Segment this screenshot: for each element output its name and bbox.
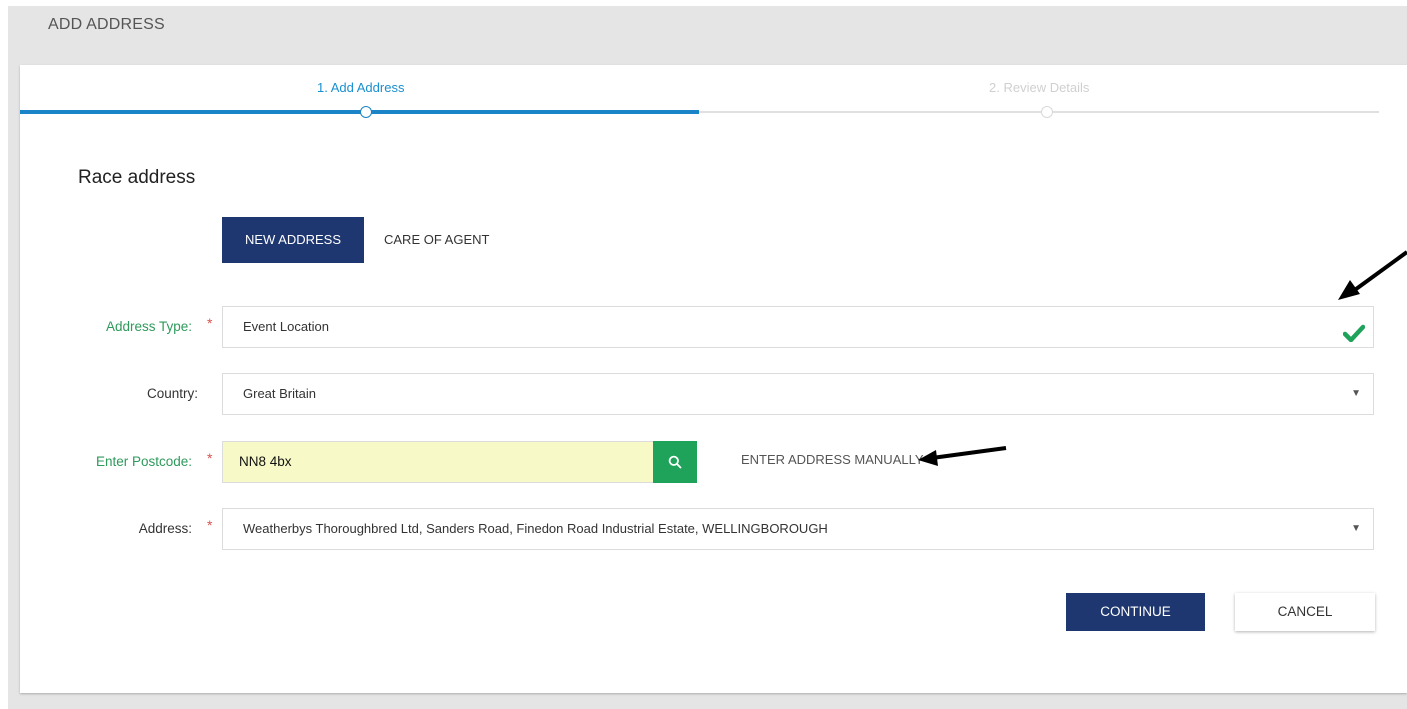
step-2-label[interactable]: 2. Review Details — [989, 80, 1089, 95]
chevron-down-icon: ▼ — [1351, 388, 1361, 399]
address-type-field[interactable]: Event Location — [222, 306, 1374, 348]
section-title: Race address — [78, 167, 196, 188]
postcode-input[interactable]: NN8 4bx — [222, 441, 654, 483]
step-1-label[interactable]: 1. Add Address — [317, 80, 404, 95]
continue-button[interactable]: CONTINUE — [1066, 593, 1205, 631]
chevron-down-icon: ▼ — [1351, 523, 1361, 534]
country-select[interactable]: Great Britain ▼ — [222, 373, 1374, 415]
postcode-search-button[interactable] — [653, 441, 697, 483]
address-type-value: Event Location — [243, 319, 330, 334]
page-title: ADD ADDRESS — [48, 16, 165, 33]
address-select[interactable]: Weatherbys Thoroughbred Ltd, Sanders Roa… — [222, 508, 1374, 550]
checkmark-icon — [1342, 318, 1366, 358]
country-label: Country: — [146, 386, 198, 401]
enter-address-manually-link[interactable]: ENTER ADDRESS MANUALLY — [741, 452, 924, 467]
step-2-dot[interactable] — [1041, 106, 1053, 118]
annotation-arrow-icon — [1338, 250, 1407, 300]
address-form-card: 1. Add Address 2. Review Details Race ad… — [20, 65, 1407, 693]
required-star: * — [207, 517, 213, 533]
country-value: Great Britain — [243, 386, 316, 401]
annotation-arrow-icon — [918, 446, 1007, 466]
address-type-label: Address Type: — [105, 319, 192, 334]
required-star: * — [207, 315, 213, 331]
address-label: Address: — [138, 521, 192, 536]
step-1-dot[interactable] — [360, 106, 372, 118]
tab-care-of-agent[interactable]: CARE OF AGENT — [368, 217, 505, 263]
tab-new-address[interactable]: NEW ADDRESS — [222, 217, 364, 263]
required-star: * — [207, 450, 213, 466]
search-icon — [668, 455, 682, 469]
stepper-progress-inactive — [699, 111, 1379, 113]
postcode-label: Enter Postcode: — [95, 454, 192, 469]
address-value: Weatherbys Thoroughbred Ltd, Sanders Roa… — [243, 521, 828, 536]
cancel-button[interactable]: CANCEL — [1235, 593, 1375, 631]
